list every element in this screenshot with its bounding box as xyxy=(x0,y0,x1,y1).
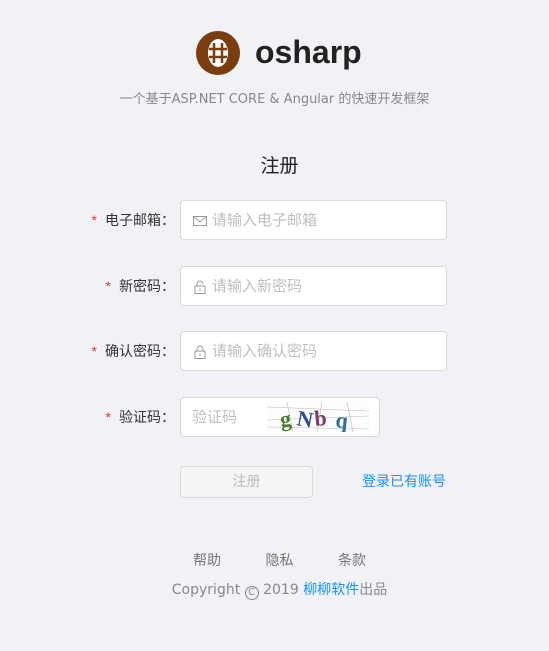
captcha-char: b xyxy=(313,405,327,431)
lock-icon xyxy=(194,280,206,294)
captcha-char: q xyxy=(334,407,350,432)
copyright: Copyright C 2019 柳柳软件出品 xyxy=(0,580,549,600)
confirm-password-row: * 确认密码： 请输入确认密码 xyxy=(0,331,549,371)
copyright-year: 2019 xyxy=(263,582,299,598)
brand-header: osharp xyxy=(0,30,549,78)
company-link[interactable]: 柳柳软件 xyxy=(303,582,359,598)
new-password-placeholder: 请输入新密码 xyxy=(212,277,303,295)
email-label: * 电子邮箱： xyxy=(92,200,175,240)
captcha-placeholder: 验证码 xyxy=(192,408,238,426)
confirm-password-placeholder: 请输入确认密码 xyxy=(212,342,318,360)
captcha-graphic: g N b q xyxy=(266,401,370,433)
footer-links: 帮助 隐私 条款 xyxy=(0,551,549,571)
register-button[interactable]: 注册 xyxy=(180,466,313,498)
required-mark: * xyxy=(105,278,111,294)
captcha-input[interactable]: 验证码 g N b q xyxy=(180,397,380,437)
copyright-prefix: Copyright xyxy=(171,582,241,598)
footer-link-terms[interactable]: 条款 xyxy=(338,553,366,569)
confirm-password-label: * 确认密码： xyxy=(92,331,175,371)
email-placeholder: 请输入电子邮箱 xyxy=(212,211,318,229)
copyright-suffix: 出品 xyxy=(359,582,388,598)
new-password-row: * 新密码： 请输入新密码 xyxy=(0,266,549,306)
required-mark: * xyxy=(91,212,97,228)
captcha-label-text: 验证码： xyxy=(119,410,175,426)
captcha-image[interactable]: g N b q xyxy=(266,401,370,433)
email-label-text: 电子邮箱： xyxy=(105,213,175,229)
confirm-password-label-text: 确认密码： xyxy=(105,344,175,360)
page-title: 注册 xyxy=(260,155,299,177)
captcha-char: g xyxy=(278,406,292,432)
osharp-logo-icon xyxy=(196,31,240,75)
copyright-icon: C xyxy=(244,586,259,600)
new-password-label-text: 新密码： xyxy=(119,279,175,295)
captcha-label: * 验证码： xyxy=(106,397,175,437)
brand-tagline: 一个基于ASP.NET CORE & Angular 的快速开发框架 xyxy=(119,92,430,107)
email-row: * 电子邮箱： 请输入电子邮箱 xyxy=(0,200,549,240)
new-password-input[interactable]: 请输入新密码 xyxy=(180,266,447,306)
new-password-label: * 新密码： xyxy=(106,266,175,306)
mail-icon xyxy=(193,216,207,226)
footer-link-help[interactable]: 帮助 xyxy=(193,553,221,569)
confirm-password-input[interactable]: 请输入确认密码 xyxy=(180,331,447,371)
required-mark: * xyxy=(105,409,111,425)
footer-link-privacy[interactable]: 隐私 xyxy=(266,553,294,569)
email-input[interactable]: 请输入电子邮箱 xyxy=(180,200,447,240)
lock-icon xyxy=(194,345,206,359)
required-mark: * xyxy=(91,343,97,359)
login-existing-account-link[interactable]: 登录已有账号 xyxy=(362,472,446,492)
captcha-row: * 验证码： 验证码 g N b q xyxy=(0,397,549,437)
brand-name: osharp xyxy=(255,34,362,70)
